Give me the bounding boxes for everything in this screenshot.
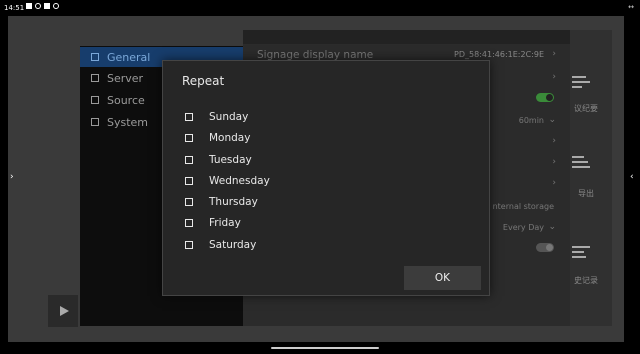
notes-label: 议纪要 [574, 104, 598, 113]
notes-icon[interactable] [572, 76, 592, 92]
signage-name-value: PD_58:41:46:1E:2C:9E [454, 50, 544, 59]
checkbox[interactable] [185, 113, 193, 121]
status-time: 14:51 [4, 4, 25, 12]
status-bar: 14:51 ↔ [0, 0, 640, 16]
checkbox[interactable] [185, 241, 193, 249]
sidebar-item-label: Server [107, 71, 144, 85]
wrench-icon [91, 53, 99, 61]
checkbox[interactable] [185, 177, 193, 185]
ok-button[interactable]: OK [404, 266, 481, 290]
source-icon [91, 96, 99, 104]
chevron-right-icon[interactable]: › [552, 72, 556, 82]
interval-value: 60min [518, 116, 544, 125]
sidebar-item-label: Source [107, 93, 145, 107]
chevron-down-icon[interactable]: ⌄ [548, 222, 556, 232]
dialog-title: Repeat [182, 74, 225, 88]
history-icon[interactable] [572, 246, 592, 262]
feature-toggle-on[interactable] [536, 93, 554, 102]
day-option-saturday[interactable]: Saturday [185, 236, 256, 254]
system-icon [91, 118, 99, 126]
right-edge-arrow-icon[interactable]: ‹ [630, 172, 634, 182]
panel-header [243, 30, 570, 44]
chevron-right-icon[interactable]: › [552, 136, 556, 146]
stop-icon [44, 3, 50, 9]
day-label: Sunday [209, 111, 249, 123]
day-label: Friday [209, 217, 241, 229]
schedule-value: Every Day [502, 223, 544, 232]
chevron-down-icon[interactable]: ⌄ [548, 115, 556, 125]
chevron-right-icon[interactable]: › [552, 157, 556, 167]
sidebar-item-label: General [107, 50, 151, 64]
day-label: Thursday [209, 196, 258, 208]
left-edge-arrow-icon[interactable]: › [10, 172, 14, 182]
signal-icon [35, 3, 41, 9]
export-label: 导出 [578, 189, 594, 198]
server-icon [91, 74, 99, 82]
day-label: Saturday [209, 239, 257, 251]
day-label: Wednesday [209, 175, 270, 187]
export-icon[interactable] [572, 156, 592, 172]
checkbox[interactable] [185, 219, 193, 227]
play-button[interactable] [48, 295, 78, 327]
day-option-sunday[interactable]: Sunday [185, 108, 248, 126]
day-option-wednesday[interactable]: Wednesday [185, 172, 270, 190]
checkbox[interactable] [185, 198, 193, 206]
chevron-right-icon[interactable]: › [552, 178, 556, 188]
repeat-dialog: Repeat Sunday Monday Tuesday Wednesday T… [162, 60, 490, 296]
chevron-right-icon[interactable]: › [552, 49, 556, 59]
checkbox[interactable] [185, 134, 193, 142]
history-label: 史记录 [574, 276, 598, 285]
day-option-friday[interactable]: Friday [185, 214, 241, 232]
rotate-icon: ↔ [628, 3, 634, 11]
home-indicator[interactable] [271, 347, 379, 349]
record-icon [53, 3, 59, 9]
sidebar-item-label: System [107, 115, 149, 129]
day-label: Monday [209, 132, 251, 144]
photo-icon [26, 3, 32, 9]
day-option-thursday[interactable]: Thursday [185, 193, 258, 211]
day-option-tuesday[interactable]: Tuesday [185, 151, 252, 169]
day-label: Tuesday [209, 154, 252, 166]
checkbox[interactable] [185, 156, 193, 164]
day-option-monday[interactable]: Monday [185, 129, 250, 147]
storage-location: nternal storage [492, 202, 554, 211]
feature-toggle-off[interactable] [536, 243, 554, 252]
